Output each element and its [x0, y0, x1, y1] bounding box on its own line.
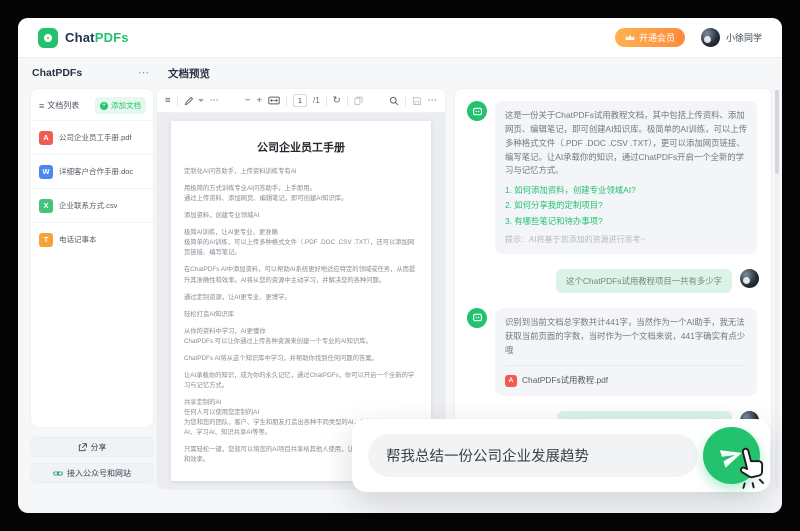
ai-avatar	[467, 101, 487, 121]
user-avatar	[740, 269, 759, 288]
chat-message-ai: 这是一份关于ChatPDFs试用教程文档，其中包括上传资料、添加网页、编辑笔记，…	[467, 101, 759, 254]
ai-message-text: 识别到当前文档总字数共计441字，当然作为一个AI助手，我无法获取当前页面的字数…	[505, 316, 747, 358]
share-icon	[78, 443, 87, 452]
scrollbar-track	[775, 90, 779, 488]
file-name: 详细客户合作手册.doc	[59, 166, 133, 177]
document-list-label: ≡ 文档列表	[39, 100, 79, 111]
chat-input[interactable]	[368, 434, 698, 477]
pdf-toolbar: ≡ ⋯ − +	[157, 89, 445, 113]
page-total-label: /1	[313, 96, 320, 105]
suggestion-link[interactable]: 3. 有哪些笔记和待办事项?	[505, 214, 747, 229]
ai-avatar	[467, 308, 487, 328]
pen-dropdown-caret[interactable]	[198, 99, 204, 102]
link-icon	[53, 469, 63, 478]
chat-message-user: 这个ChatPDFs试用教程项目一共有多少字	[467, 269, 759, 293]
attachment-chip[interactable]: A ChatPDFs试用教程.pdf	[505, 365, 747, 388]
document-paragraph: 从你的资料中学习，AI更懂你 ChatPDFs 可以让你通过上传各种资源来创建一…	[184, 327, 418, 347]
document-paragraph: 通过定制资源，让AI更专业、更博学。	[184, 293, 418, 303]
rotate-icon[interactable]: ↻	[333, 96, 341, 106]
document-paragraph: 轻松打造AI知识库	[184, 310, 418, 320]
paper-plane-icon	[715, 439, 748, 472]
zoom-out-icon[interactable]: −	[245, 96, 251, 106]
thumbnails-icon[interactable]: ≡	[165, 96, 171, 106]
composer-card	[352, 419, 770, 492]
user-name: 小徐同学	[726, 31, 762, 44]
document-paragraph: 定制化AI问答助手，上传资料训练专有AI	[184, 167, 418, 177]
fit-width-icon[interactable]	[268, 96, 280, 105]
document-list-panel: ≡ 文档列表 + 添加文档 A 公司企业员工手册.pdf W 详细客户合作手册.…	[30, 88, 154, 428]
suggestion-link[interactable]: 1. 如何添加资料，创建专业领域AI?	[505, 183, 747, 198]
document-paragraph: 在ChatPDFs AI中添加资料，可以帮助AI系统更好地适应特定的领域或任务，…	[184, 265, 418, 285]
copy-page-icon[interactable]	[354, 96, 363, 106]
scrollbar-thumb[interactable]	[775, 90, 779, 174]
page-number-input[interactable]: 1	[293, 94, 307, 107]
list-icon: ≡	[39, 101, 44, 111]
toolbar-more2-icon[interactable]: ⋯	[428, 96, 438, 106]
user-message-text: 这个ChatPDFs试用教程项目一共有多少字	[556, 269, 732, 293]
chat-bot-icon	[472, 312, 483, 323]
file-item-doc[interactable]: W 详细客户合作手册.doc	[31, 154, 153, 188]
document-paragraph: 极简AI训练，让AI更专业、更准确 极简单的AI训练，可以上传多种格式文件（.P…	[184, 228, 418, 258]
screen: ChatPDFs 开通会员 小徐同学 ChatPDFs ⋯ ≡	[0, 0, 800, 531]
file-item-csv[interactable]: X 企业联系方式.csv	[31, 188, 153, 222]
crown-icon	[625, 33, 635, 42]
tab-document-preview[interactable]: 文档预览	[168, 66, 210, 81]
search-icon[interactable]	[389, 96, 399, 106]
chat-bot-icon	[472, 106, 483, 117]
suggestion-link[interactable]: 2. 如何分享我的定制项目?	[505, 198, 747, 213]
document-paragraph: 让AI承载你的知识，成为你的永久记忆，通过ChatPDFs，你可以开启一个全新的…	[184, 371, 418, 391]
app-logo-icon	[38, 28, 58, 48]
membership-button[interactable]: 开通会员	[615, 28, 685, 47]
share-button[interactable]: 分享	[30, 437, 154, 457]
file-name: 企业联系方式.csv	[59, 200, 117, 211]
attachment-name: ChatPDFs试用教程.pdf	[522, 374, 608, 388]
note-file-icon: T	[39, 233, 53, 247]
workspace-title: ChatPDFs	[32, 67, 82, 79]
file-item-pdf[interactable]: A 公司企业员工手册.pdf	[31, 120, 153, 154]
csv-file-icon: X	[39, 199, 53, 213]
ai-hint-text: 提示：AI将基于您添加的资源进行思考~	[505, 233, 747, 246]
workspace-more-icon[interactable]: ⋯	[138, 66, 150, 79]
top-bar: ChatPDFs 开通会员 小徐同学	[18, 18, 782, 58]
membership-label: 开通会员	[639, 31, 675, 44]
file-name: 公司企业员工手册.pdf	[59, 132, 132, 143]
pdf-file-icon: A	[505, 375, 517, 387]
send-button[interactable]	[703, 427, 760, 484]
user-account[interactable]: 小徐同学	[701, 28, 762, 47]
word-file-icon: W	[39, 165, 53, 179]
document-paragraph: 用极简的方式训练专业AI问答助手，上手即用。 通过上传资料、添加网页、编辑笔记，…	[184, 184, 418, 204]
document-paragraph: 添加资料，创建专业领域AI	[184, 211, 418, 221]
add-document-button[interactable]: + 添加文档	[95, 97, 146, 114]
document-title: 公司企业员工手册	[184, 139, 418, 155]
user-avatar	[701, 28, 720, 47]
toolbar-more-icon[interactable]: ⋯	[210, 96, 220, 106]
highlighter-pen-icon[interactable]	[184, 96, 194, 106]
chat-message-ai: 识别到当前文档总字数共计441字，当然作为一个AI助手，我无法获取当前页面的字数…	[467, 308, 759, 396]
connect-official-account-button[interactable]: 接入公众号和网站	[30, 463, 154, 483]
pdf-file-icon: A	[39, 131, 53, 145]
zoom-in-icon[interactable]: +	[256, 96, 262, 106]
file-item-note[interactable]: T 电话记事本	[31, 222, 153, 256]
app-logo-text: ChatPDFs	[65, 30, 129, 45]
ai-message-text: 这是一份关于ChatPDFs试用教程文档，其中包括上传资料、添加网页、编辑笔记，…	[505, 109, 747, 178]
plus-icon: +	[100, 102, 108, 110]
file-name: 电话记事本	[59, 234, 97, 245]
save-icon[interactable]	[412, 96, 422, 106]
document-paragraph: ChatPDFs AI将从这个知识库中学习，并帮助你找到任何问题的答案。	[184, 354, 418, 364]
